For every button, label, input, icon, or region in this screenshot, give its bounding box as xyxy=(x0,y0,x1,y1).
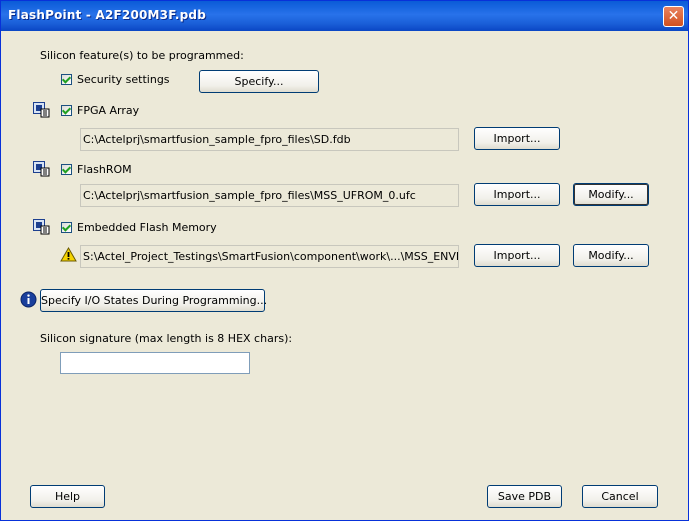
security-settings-label: Security settings xyxy=(77,73,170,86)
specify-security-button[interactable]: Specify... xyxy=(199,70,319,93)
title-bar[interactable]: FlashPoint - A2F200M3F.pdb ✕ xyxy=(1,1,688,31)
chip-icon xyxy=(33,161,50,177)
flashrom-checkbox[interactable] xyxy=(61,164,72,175)
fpga-file-path-field: C:\Actelprj\smartfusion_sample_fpro_file… xyxy=(80,128,459,151)
flashpoint-dialog: FlashPoint - A2F200M3F.pdb ✕ Silicon fea… xyxy=(0,0,689,521)
efm-modify-button[interactable]: Modify... xyxy=(573,244,649,267)
cancel-button[interactable]: Cancel xyxy=(582,485,658,508)
silicon-signature-label: Silicon signature (max length is 8 HEX c… xyxy=(40,332,293,345)
warning-icon xyxy=(60,247,77,262)
close-button[interactable]: ✕ xyxy=(663,6,684,27)
save-pdb-button[interactable]: Save PDB xyxy=(487,485,562,508)
embedded-flash-memory-checkbox[interactable] xyxy=(61,222,72,233)
window-title: FlashPoint - A2F200M3F.pdb xyxy=(8,8,206,22)
flashrom-file-path-field: C:\Actelprj\smartfusion_sample_fpro_file… xyxy=(80,184,459,207)
dialog-content: Silicon feature(s) to be programmed: Sec… xyxy=(1,31,688,520)
info-icon xyxy=(20,291,37,308)
close-icon: ✕ xyxy=(667,8,680,24)
chip-icon xyxy=(33,219,50,235)
specify-io-states-button[interactable]: Specify I/O States During Programming... xyxy=(40,289,267,312)
help-button[interactable]: Help xyxy=(30,485,105,508)
flashrom-label: FlashROM xyxy=(77,163,132,176)
embedded-flash-memory-label: Embedded Flash Memory xyxy=(77,221,217,234)
efm-import-button[interactable]: Import... xyxy=(474,244,560,267)
flashrom-import-button[interactable]: Import... xyxy=(474,183,560,206)
silicon-signature-input[interactable] xyxy=(60,352,250,374)
chip-icon xyxy=(33,102,50,118)
silicon-features-label: Silicon feature(s) to be programmed: xyxy=(40,49,244,62)
security-settings-checkbox[interactable] xyxy=(61,74,72,85)
efm-file-path-field: S:\Actel_Project_Testings\SmartFusion\co… xyxy=(80,245,459,268)
fpga-import-button[interactable]: Import... xyxy=(474,127,560,150)
flashrom-modify-button[interactable]: Modify... xyxy=(573,183,649,206)
fpga-array-checkbox[interactable] xyxy=(61,105,72,116)
fpga-array-label: FPGA Array xyxy=(77,104,140,117)
